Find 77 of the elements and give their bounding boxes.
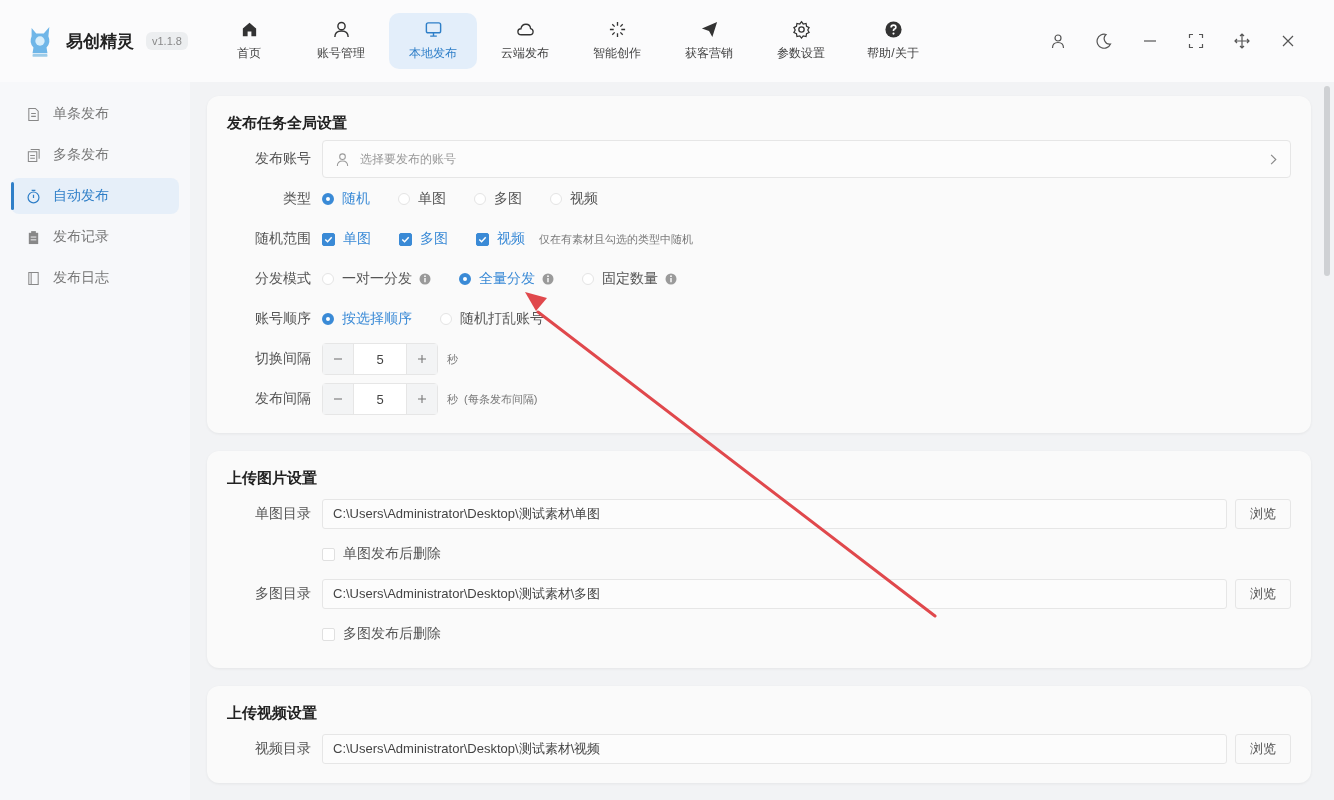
field-label: 分发模式	[254, 270, 312, 288]
field-label: 多图目录	[254, 585, 312, 603]
folder-path-field[interactable]: C:\Users\Administrator\Desktop\测试素材\多图	[322, 579, 1227, 609]
unit-label: 秒	[447, 351, 458, 367]
user-icon	[335, 151, 350, 167]
nav-tab[interactable]: 账号管理	[297, 13, 385, 69]
field-label: 随机范围	[254, 230, 312, 248]
unit-label: 秒	[447, 391, 458, 407]
scrollbar[interactable]	[1324, 86, 1330, 276]
spark-icon	[607, 20, 627, 39]
field-label: 发布账号	[254, 150, 312, 168]
field-label: 单图目录	[254, 505, 312, 523]
sidebar-item[interactable]: 发布记录	[11, 219, 179, 255]
folder-path-field[interactable]: C:\Users\Administrator\Desktop\测试素材\视频	[322, 734, 1227, 764]
radio-option[interactable]: 按选择顺序	[322, 310, 412, 328]
checkbox-option[interactable]: 视频	[476, 230, 525, 248]
info-icon[interactable]	[665, 273, 677, 285]
radio-option[interactable]: 全量分发	[459, 270, 535, 288]
increment-button[interactable]	[407, 344, 437, 374]
radio-option[interactable]: 固定数量	[582, 270, 658, 288]
nav-tab[interactable]: 参数设置	[757, 13, 845, 69]
info-icon[interactable]	[419, 273, 431, 285]
user-icon	[331, 20, 351, 39]
section-title: 上传视频设置	[227, 704, 318, 723]
radio-option[interactable]: 视频	[550, 190, 598, 208]
radio-option[interactable]: 多图	[474, 190, 522, 208]
info-icon[interactable]	[542, 273, 554, 285]
plus-icon	[416, 393, 428, 405]
field-label: 账号顺序	[254, 310, 312, 328]
browse-button[interactable]: 浏览	[1235, 579, 1291, 609]
nav-tab[interactable]: 首页	[205, 13, 293, 69]
section-title: 上传图片设置	[227, 469, 318, 488]
checkbox-option[interactable]: 单图	[322, 230, 371, 248]
field-label: 发布间隔	[254, 390, 312, 408]
section-title: 发布任务全局设置	[227, 114, 348, 133]
field-label: 类型	[282, 190, 312, 208]
sidebar-item[interactable]: 发布日志	[11, 260, 179, 296]
close-icon[interactable]	[1280, 33, 1296, 49]
user-icon[interactable]	[1050, 33, 1066, 49]
radio-option[interactable]: 随机	[322, 190, 370, 208]
nav-tab[interactable]: 本地发布	[389, 13, 477, 69]
monitor-icon	[423, 20, 443, 39]
browse-button[interactable]: 浏览	[1235, 499, 1291, 529]
moon-icon[interactable]	[1096, 33, 1112, 49]
gear-icon	[791, 20, 811, 39]
note-text: (每条发布间隔)	[464, 391, 538, 407]
notebook-icon	[26, 270, 41, 286]
documents-icon	[26, 147, 41, 163]
hint-text: 仅在有素材且勾选的类型中随机	[539, 231, 693, 247]
checkbox-option[interactable]: 多图发布后删除	[322, 625, 441, 643]
send-icon	[699, 20, 719, 39]
nav-tab[interactable]: 智能创作	[573, 13, 661, 69]
browse-button[interactable]: 浏览	[1235, 734, 1291, 764]
radio-option[interactable]: 单图	[398, 190, 446, 208]
field-label: 切换间隔	[254, 350, 312, 368]
sidebar-item[interactable]: 自动发布	[11, 178, 179, 214]
fullscreen-icon[interactable]	[1188, 33, 1204, 49]
nav-tab[interactable]: 帮助/关于	[849, 13, 937, 69]
app-name: 易创精灵	[66, 30, 134, 53]
plus-icon	[416, 353, 428, 365]
stopwatch-icon	[26, 188, 41, 204]
nav-tab[interactable]: 获客营销	[665, 13, 753, 69]
checkbox-option[interactable]: 单图发布后删除	[322, 545, 441, 563]
version-badge: v1.1.8	[146, 32, 188, 50]
sidebar-item[interactable]: 多条发布	[11, 137, 179, 173]
folder-path-field[interactable]: C:\Users\Administrator\Desktop\测试素材\单图	[322, 499, 1227, 529]
checkbox-option[interactable]: 多图	[399, 230, 448, 248]
chevron-right-icon	[1268, 151, 1278, 167]
nav-tab[interactable]: 云端发布	[481, 13, 569, 69]
sidebar-item[interactable]: 单条发布	[11, 96, 179, 132]
radio-option[interactable]: 一对一分发	[322, 270, 412, 288]
field-label: 视频目录	[254, 740, 312, 758]
clipboard-icon	[26, 229, 41, 245]
move-icon[interactable]	[1234, 33, 1250, 49]
document-icon	[26, 106, 41, 122]
increment-button[interactable]	[407, 384, 437, 414]
help-icon	[883, 20, 903, 39]
